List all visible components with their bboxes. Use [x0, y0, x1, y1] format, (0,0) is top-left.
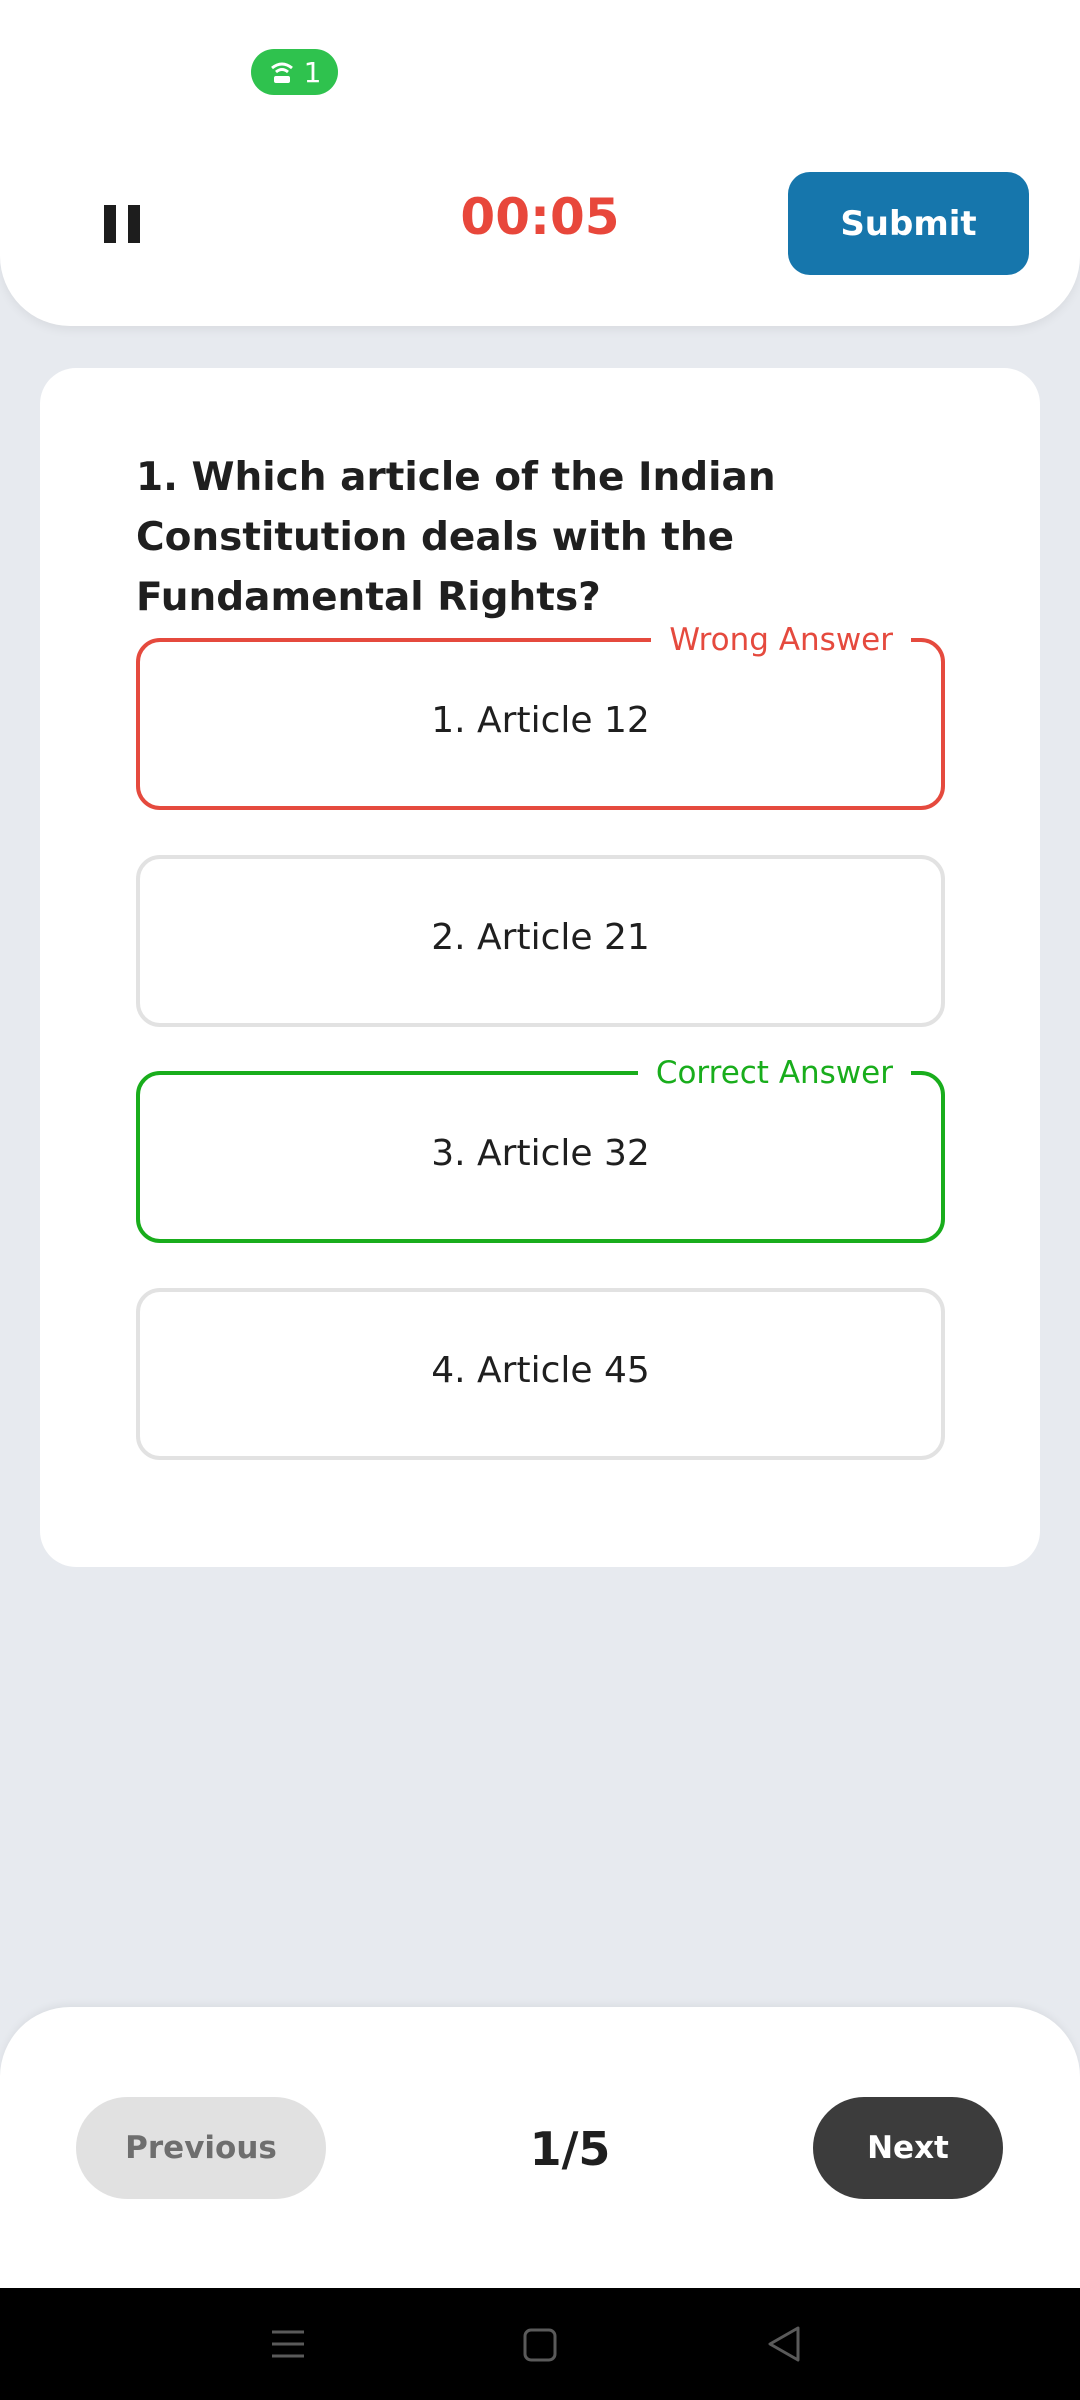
- next-button[interactable]: Next: [813, 2097, 1003, 2199]
- hotspot-count: 1: [303, 55, 322, 89]
- option-label: 1. Article 12: [431, 700, 650, 741]
- quiz-header: 00:05 Submit: [0, 0, 1080, 326]
- option-label: 3. Article 32: [431, 1133, 650, 1174]
- menu-icon[interactable]: [270, 2324, 306, 2364]
- hotspot-indicator: 1: [251, 49, 338, 95]
- option-1[interactable]: Wrong Answer 1. Article 12: [136, 622, 945, 810]
- submit-button[interactable]: Submit: [788, 172, 1029, 275]
- previous-button[interactable]: Previous: [76, 2097, 326, 2199]
- back-icon[interactable]: [766, 2324, 802, 2364]
- page-indicator: 1/5: [529, 2122, 611, 2176]
- question-card: 1. Which article of the Indian Constitut…: [40, 368, 1040, 1567]
- system-nav-bar: [0, 2288, 1080, 2400]
- wrong-answer-tag: Wrong Answer: [651, 622, 911, 658]
- question-text: 1. Which article of the Indian Constitut…: [136, 455, 776, 620]
- hotspot-icon: [270, 62, 293, 83]
- option-label: 4. Article 45: [431, 1350, 650, 1391]
- timer: 00:05: [460, 188, 620, 246]
- option-4[interactable]: 4. Article 45: [136, 1288, 945, 1460]
- option-label: 2. Article 21: [431, 917, 650, 958]
- option-2[interactable]: 2. Article 21: [136, 855, 945, 1027]
- pause-button[interactable]: [104, 205, 140, 243]
- option-3[interactable]: Correct Answer 3. Article 32: [136, 1055, 945, 1243]
- pause-icon: [104, 205, 116, 243]
- home-icon[interactable]: [521, 2324, 559, 2364]
- correct-answer-tag: Correct Answer: [637, 1055, 911, 1091]
- quiz-footer: Previous 1/5 Next: [0, 2007, 1080, 2288]
